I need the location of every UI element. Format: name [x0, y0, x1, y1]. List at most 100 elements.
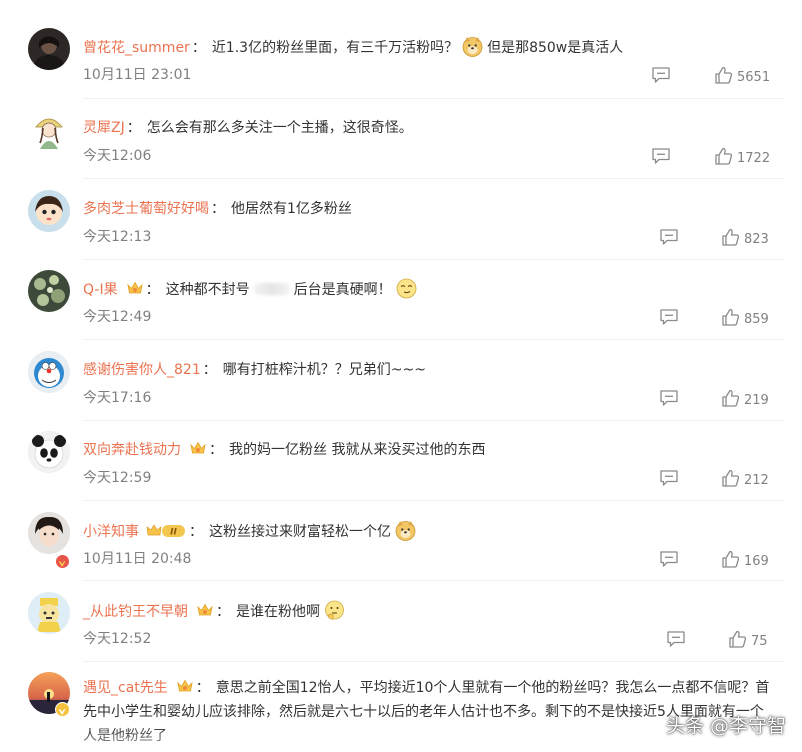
reply-icon[interactable] — [659, 228, 679, 246]
thumbs-up-icon — [721, 550, 740, 568]
like-button[interactable]: 5651 — [714, 66, 770, 86]
comment-text: 他居然有1亿多粉丝 — [231, 201, 352, 217]
comment-actions: 823 — [0, 228, 802, 248]
username[interactable]: 曾花花_summer — [83, 40, 190, 56]
comment-text-tail: 但是那850w是真活人 — [487, 40, 624, 56]
like-button[interactable]: 212 — [721, 469, 769, 489]
comment-text: 近1.3亿的粉丝里面，有三千万活粉吗？ — [211, 40, 459, 56]
comment-actions: 859 — [0, 308, 802, 328]
thumbs-up-icon — [721, 228, 740, 246]
like-count: 219 — [744, 393, 769, 408]
colon: ： — [202, 362, 217, 378]
crown-badge-icon — [196, 602, 214, 618]
like-count: 1722 — [737, 151, 771, 166]
like-button[interactable]: 169 — [721, 550, 769, 570]
comment-actions: 169 — [0, 550, 802, 570]
username[interactable]: Q-I果 — [83, 282, 118, 298]
divider — [83, 580, 784, 581]
blurred-content — [253, 283, 290, 295]
divider — [83, 178, 784, 179]
comment-body: 曾花花_summer： 近1.3亿的粉丝里面，有三千万活粉吗？ 但是那850w是真活… — [83, 36, 783, 59]
thumbs-up-icon — [721, 308, 740, 326]
comment-text: 我的妈一亿粉丝 我就从来没买过他的东西 — [229, 442, 486, 458]
crown-badge-icon — [176, 678, 194, 694]
reply-icon[interactable] — [651, 147, 671, 165]
like-button[interactable]: 859 — [721, 308, 769, 328]
thumbs-up-icon — [721, 389, 740, 407]
comment-text: 这种都不封号 — [165, 282, 250, 298]
comment-text: 是谁在粉他啊 — [236, 604, 320, 620]
like-button[interactable]: 823 — [721, 228, 769, 248]
like-button[interactable]: 219 — [721, 389, 769, 409]
thumbs-up-icon — [714, 147, 733, 165]
like-count: 823 — [744, 232, 769, 247]
thinking-emoji-icon — [324, 600, 345, 621]
reply-icon[interactable] — [666, 630, 686, 648]
colon: ： — [216, 604, 230, 620]
username[interactable]: 小洋知事 — [83, 524, 139, 540]
username[interactable]: _从此钓王不早朝 — [83, 604, 188, 620]
comment-actions: 75 — [0, 630, 802, 650]
colon: ： — [189, 524, 203, 540]
username[interactable]: 遇见_cat先生 — [83, 680, 168, 696]
comment-body: _从此钓王不早朝 ： 是谁在粉他啊 — [83, 600, 783, 623]
username[interactable]: 双向奔赴钱动力 — [83, 442, 181, 458]
reply-icon[interactable] — [651, 66, 671, 84]
comment-actions: 219 — [0, 389, 802, 409]
comment-body: 灵犀ZJ： 怎么会有那么多关注一个主播，这很奇怪。 — [83, 117, 783, 139]
like-count: 212 — [744, 473, 769, 488]
username[interactable]: 灵犀ZJ — [83, 120, 125, 136]
reply-icon[interactable] — [659, 469, 679, 487]
like-button[interactable]: 75 — [728, 630, 768, 650]
avatar[interactable] — [28, 431, 70, 473]
avatar[interactable] — [28, 512, 70, 554]
divider — [83, 420, 784, 421]
thumbs-up-icon — [728, 630, 747, 648]
comment-actions: 212 — [0, 469, 802, 489]
comment-text-tail: 后台是真硬啊！ — [293, 282, 392, 298]
like-count: 169 — [744, 554, 769, 569]
colon: ： — [145, 282, 160, 298]
level-badge-icon: II — [145, 523, 187, 539]
crown-badge-icon — [126, 280, 144, 296]
colon: ： — [195, 680, 210, 696]
doge-emoji-icon — [462, 36, 483, 57]
avatar[interactable] — [28, 270, 70, 312]
like-count: 859 — [744, 312, 769, 327]
divider — [83, 259, 784, 260]
comment-body: 小洋知事 II ： 这粉丝接过来财富轻松一个亿 — [83, 520, 783, 543]
svg-text:II: II — [170, 528, 177, 538]
username[interactable]: 多肉芝士葡萄好好喝 — [83, 201, 209, 217]
divider — [83, 500, 784, 501]
avatar[interactable] — [28, 28, 70, 70]
reply-icon[interactable] — [659, 308, 679, 326]
like-count: 75 — [751, 634, 768, 649]
doge-emoji-icon — [395, 520, 416, 541]
avatar[interactable] — [28, 190, 70, 232]
comment-text: 怎么会有那么多关注一个主播，这很奇怪。 — [146, 120, 413, 136]
divider — [83, 661, 784, 662]
verified-badge-icon — [55, 702, 70, 717]
avatar[interactable] — [28, 351, 70, 393]
colon: ： — [209, 442, 223, 458]
thumbs-up-icon — [721, 469, 740, 487]
avatar[interactable] — [28, 109, 70, 151]
smirk-emoji-icon — [396, 278, 417, 299]
thumbs-up-icon — [714, 66, 733, 84]
like-count: 5651 — [737, 70, 771, 85]
reply-icon[interactable] — [659, 389, 679, 407]
avatar[interactable] — [28, 592, 70, 634]
divider — [83, 339, 784, 340]
like-button[interactable]: 1722 — [714, 147, 770, 167]
crown-badge-icon — [189, 440, 207, 456]
comment-text: 这粉丝接过来财富轻松一个亿 — [209, 524, 391, 540]
reply-icon[interactable] — [659, 550, 679, 568]
colon: ： — [191, 40, 206, 56]
comment-text: 哪有打桩榨汁机？？兄弟们~~~ — [222, 362, 426, 378]
comment-body: 感谢伤害你人_821： 哪有打桩榨汁机？？兄弟们~~~ — [83, 359, 783, 381]
username[interactable]: 感谢伤害你人_821 — [83, 362, 201, 378]
comment-actions: 1722 — [0, 147, 802, 167]
comment-actions: 5651 — [0, 66, 802, 86]
colon: ： — [211, 201, 225, 217]
comment-body: 双向奔赴钱动力 ： 我的妈一亿粉丝 我就从来没买过他的东西 — [83, 439, 783, 461]
